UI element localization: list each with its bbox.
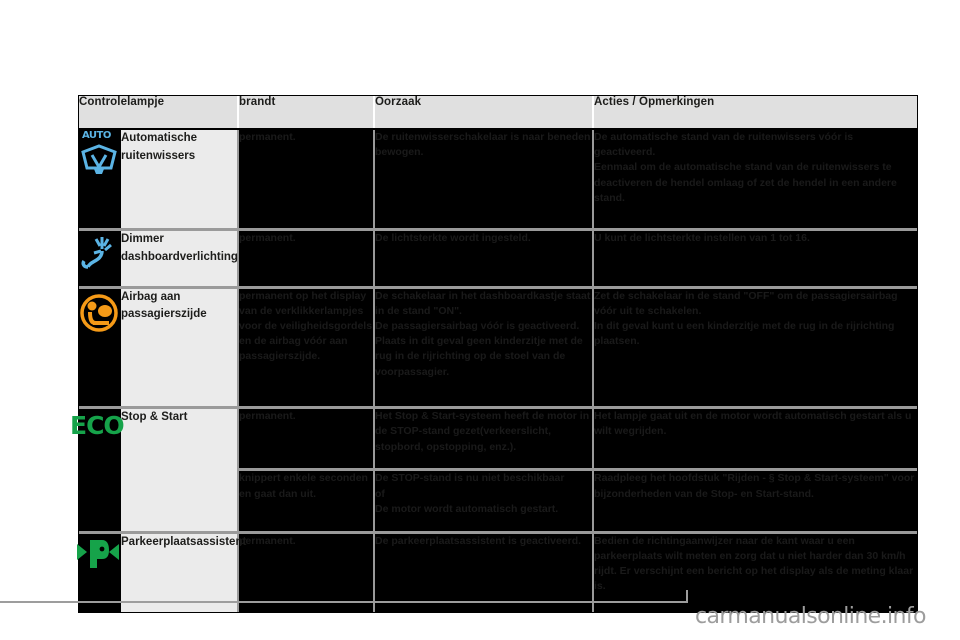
table-row: Dimmer dashboardverlichting permanent. D… [79, 229, 918, 289]
row-name-automatische-ruitenwissers: Automatische ruitenwissers [121, 129, 240, 232]
row-acties: Het lampje gaat uit en de motor wordt au… [593, 407, 918, 472]
table-row: AUTO Automatische ruitenwissers permanen… [79, 129, 918, 232]
row-icon-cell [79, 229, 121, 289]
row-brandt: permanent. [238, 129, 376, 232]
row-icon-cell: ECO [70, 407, 125, 534]
header-brandt: brandt [238, 96, 376, 130]
auto-wiper-icon-label: AUTO [82, 130, 111, 141]
auto-wiper-icon: AUTO [79, 130, 119, 182]
row-name-stop-and-start: Stop & Start [121, 407, 240, 534]
row-oorzaak: Het Stop & Start-systeem heeft de motor … [374, 407, 595, 472]
header-acties: Acties / Opmerkingen [593, 96, 918, 130]
row-brandt: permanent op het display van de verklikk… [238, 287, 376, 410]
row-oorzaak: De lichtsterkte wordt ingesteld. [374, 229, 595, 289]
dashboard-dimmer-icon [79, 233, 121, 273]
row-brandt: permanent. [238, 229, 376, 289]
header-oorzaak: Oorzaak [374, 96, 595, 130]
row-oorzaak: De schakelaar in het dashboardkastje sta… [374, 287, 595, 410]
row-acties: U kunt de lichtsterkte instellen van 1 t… [593, 229, 918, 289]
table-row: ECO Stop & Start permanent. Het Stop & S… [70, 407, 918, 534]
row-acties: Raadpleeg het hoofdstuk "Rijden - § Stop… [593, 469, 918, 534]
watermark-text: carmanualsonline.info [695, 604, 926, 629]
table-row: Airbag aan passagierszijde permanent op … [79, 287, 918, 410]
warning-lamp-table: Controlelampje brandt Oorzaak Acties / O… [70, 95, 918, 613]
eco-stop-start-icon: ECO [70, 411, 125, 441]
watermark-rule-vertical [686, 590, 688, 603]
header-controlelampje: Controlelampje [79, 96, 240, 130]
row-name-dimmer-dashboardverlichting: Dimmer dashboardverlichting [121, 229, 240, 289]
row-oorzaak: De ruitenwisserschakelaar is naar benede… [374, 129, 595, 232]
row-brandt: permanent. [238, 407, 376, 472]
park-assist-icon [77, 538, 121, 570]
row-icon-cell [79, 287, 121, 410]
row-name-airbag-passagierszijde: Airbag aan passagierszijde [121, 287, 240, 410]
table-header-row: Controlelampje brandt Oorzaak Acties / O… [79, 96, 918, 130]
watermark-rule-horizontal [0, 601, 688, 603]
passenger-airbag-icon [79, 291, 121, 335]
row-acties: Zet de schakelaar in de stand "OFF" om d… [593, 287, 918, 410]
row-icon-cell: AUTO [79, 129, 121, 232]
row-oorzaak: De STOP-stand is nu niet beschikbaar of De… [374, 469, 595, 534]
row-acties: De automatische stand van de ruitenwisse… [593, 129, 918, 232]
row-brandt: knippert enkele seconden en gaat dan uit… [238, 469, 376, 534]
manual-page: Controlelampje brandt Oorzaak Acties / O… [0, 0, 960, 640]
